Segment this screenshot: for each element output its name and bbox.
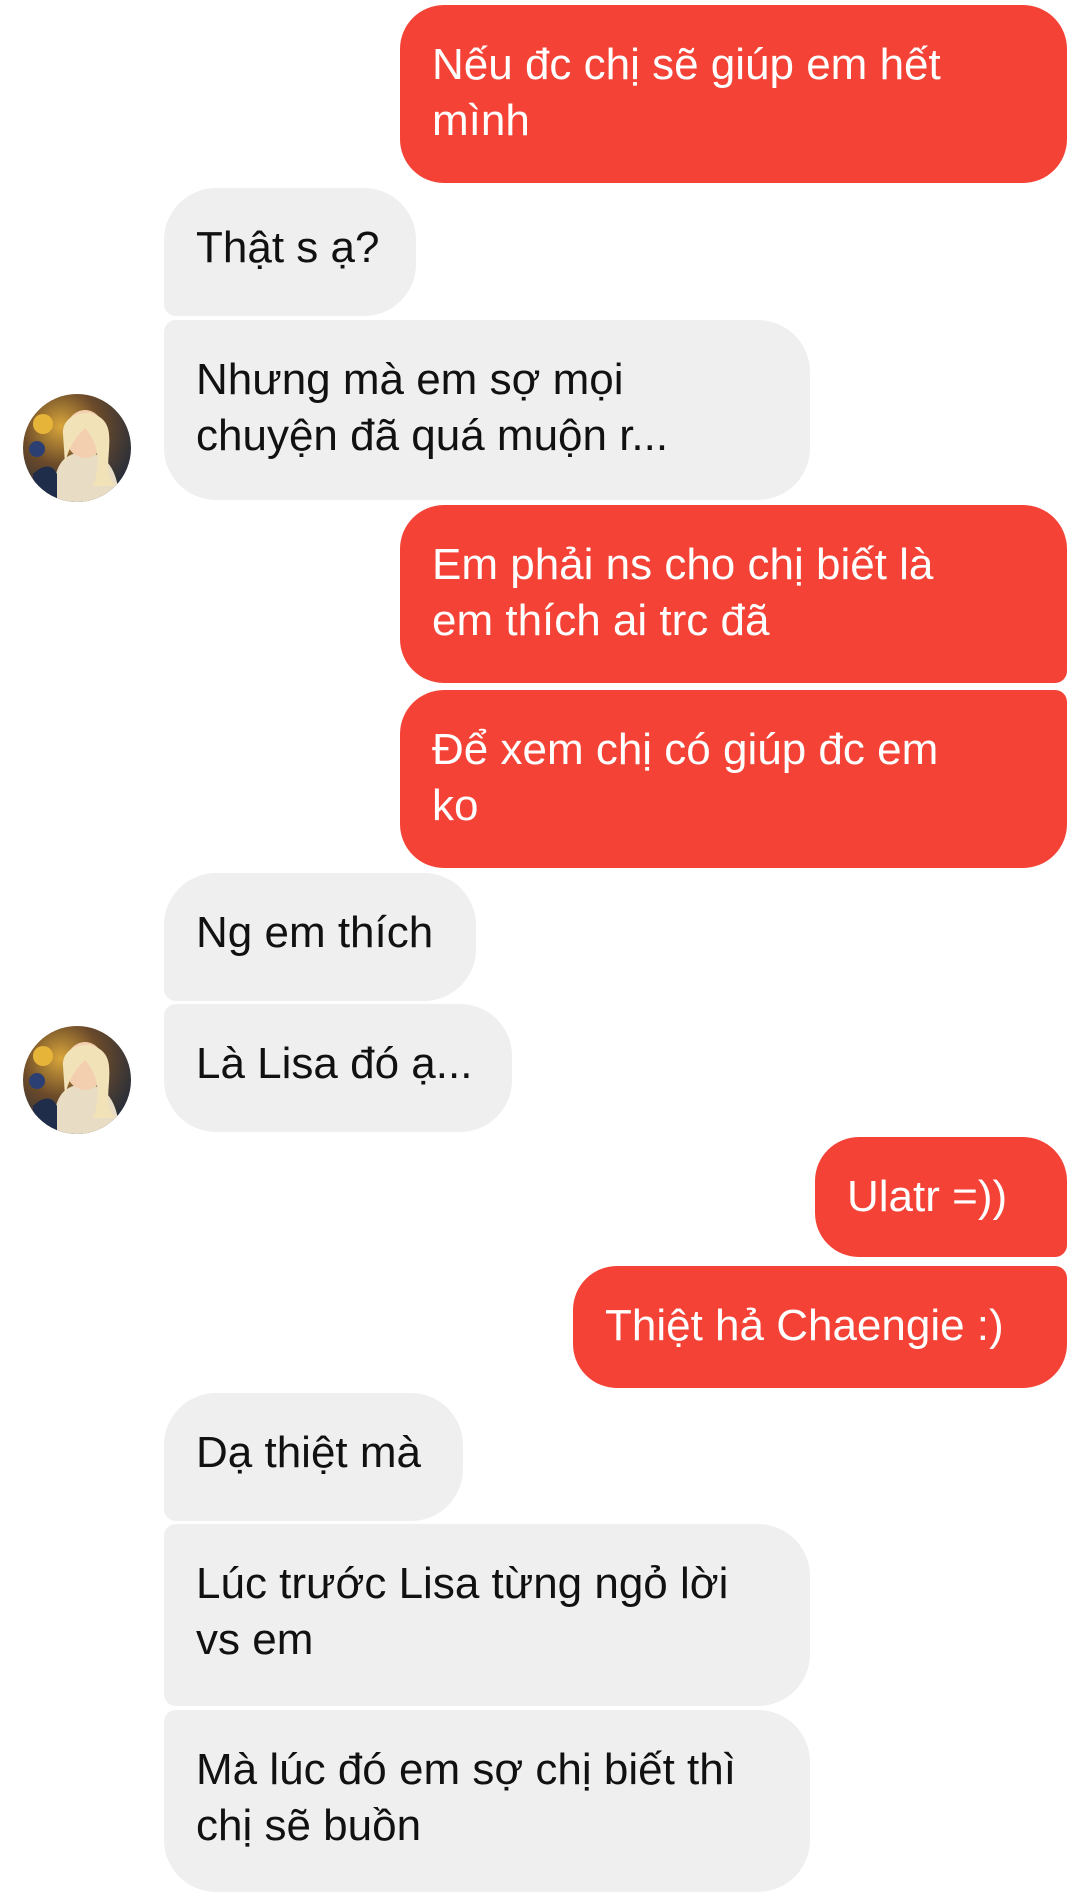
message-bubble-received[interactable]: Lúc trước Lisa từng ngỏ lời vs em: [164, 1524, 810, 1706]
avatar-photo-icon: [23, 1026, 131, 1134]
message-bubble-received[interactable]: Mà lúc đó em sợ chị biết thì chị sẽ buồn: [164, 1710, 810, 1892]
message-bubble-received[interactable]: Ng em thích: [164, 873, 476, 1001]
message-bubble-sent[interactable]: Thiệt hả Chaengie :): [573, 1266, 1067, 1388]
message-bubble-received[interactable]: Thật s ạ?: [164, 188, 416, 316]
message-bubble-received[interactable]: Dạ thiệt mà: [164, 1393, 463, 1521]
contact-avatar[interactable]: [23, 394, 131, 502]
message-bubble-sent[interactable]: Nếu đc chị sẽ giúp em hết mình: [400, 5, 1067, 183]
contact-avatar[interactable]: [23, 1026, 131, 1134]
avatar-photo-icon: [23, 394, 131, 502]
message-bubble-sent[interactable]: Em phải ns cho chị biết là em thích ai t…: [400, 505, 1067, 683]
message-bubble-received[interactable]: Nhưng mà em sợ mọi chuyện đã quá muộn r.…: [164, 320, 810, 500]
message-bubble-sent[interactable]: Để xem chị có giúp đc em ko: [400, 690, 1067, 868]
message-bubble-received[interactable]: Là Lisa đó ạ...: [164, 1004, 512, 1132]
message-bubble-sent[interactable]: Ulatr =)): [815, 1137, 1067, 1257]
